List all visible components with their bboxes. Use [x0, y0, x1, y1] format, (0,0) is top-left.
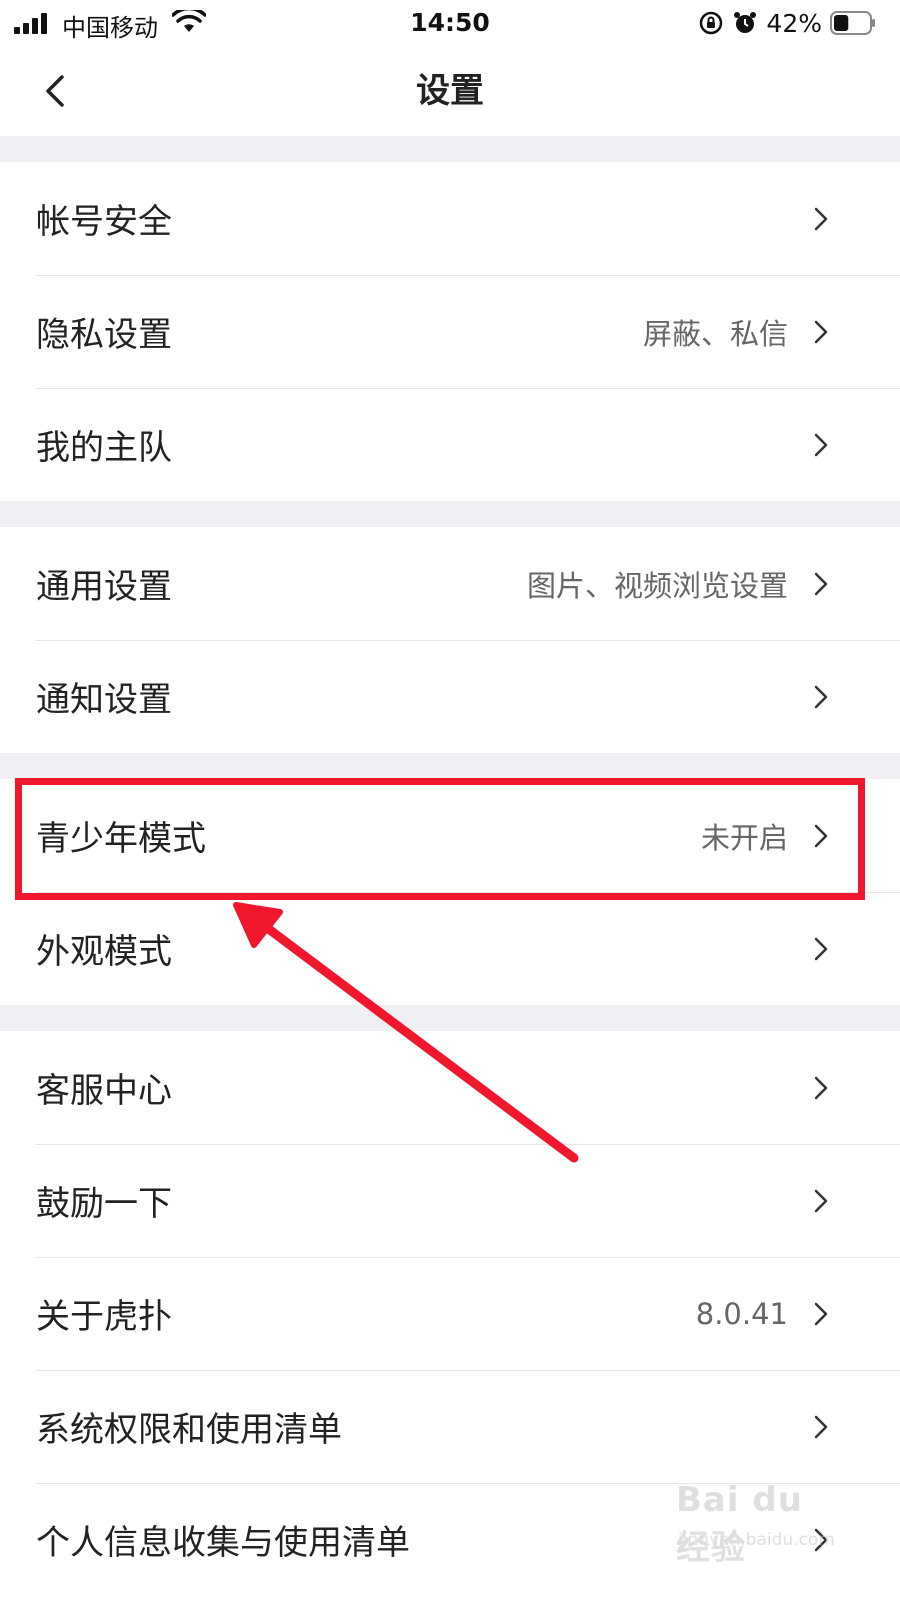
section-gap: [0, 753, 900, 779]
nav-bar: 设置: [0, 46, 900, 136]
settings-row[interactable]: 客服中心: [0, 1031, 900, 1144]
settings-row[interactable]: 帐号安全: [0, 162, 900, 275]
settings-row[interactable]: 关于虎扑 8.0.41: [0, 1257, 900, 1370]
orientation-lock-icon: [700, 11, 723, 35]
settings-group: 客服中心鼓励一下关于虎扑 8.0.41 系统权限和使用清单个人信息收集与使用清单: [0, 1031, 900, 1596]
settings-row[interactable]: 外观模式: [0, 892, 900, 1005]
settings-row-value: 图片、视频浏览设置: [526, 568, 788, 603]
settings-row[interactable]: 个人信息收集与使用清单: [0, 1483, 900, 1596]
section-gap: [0, 1005, 900, 1031]
settings-row-label: 个人信息收集与使用清单: [36, 1523, 410, 1563]
settings-row-label: 关于虎扑: [36, 1297, 172, 1337]
settings-row-label: 隐私设置: [36, 315, 172, 355]
settings-row-label: 帐号安全: [36, 202, 172, 242]
settings-row[interactable]: 我的主队: [0, 388, 900, 501]
chevron-right-icon: [814, 1302, 828, 1325]
chevron-right-icon: [814, 320, 828, 343]
settings-row-label: 鼓励一下: [36, 1184, 172, 1224]
section-gap: [0, 136, 900, 162]
settings-row-label: 系统权限和使用清单: [36, 1410, 342, 1450]
settings-group: 帐号安全隐私设置 屏蔽、私信我的主队: [0, 162, 900, 501]
settings-row-label: 青少年模式: [36, 819, 206, 859]
chevron-right-icon: [814, 1415, 828, 1438]
settings-row-value: 未开启: [700, 820, 788, 855]
alarm-icon: [734, 12, 757, 33]
settings-row[interactable]: 隐私设置 屏蔽、私信: [0, 275, 900, 388]
page-title: 设置: [416, 71, 484, 111]
status-right-group: 42%: [698, 6, 876, 40]
chevron-right-icon: [814, 824, 828, 847]
settings-group: 通用设置 图片、视频浏览设置通知设置: [0, 527, 900, 753]
settings-row-label: 通用设置: [36, 567, 172, 607]
settings-row-value: 屏蔽、私信: [642, 316, 788, 351]
chevron-right-icon: [814, 572, 828, 595]
section-gap: [0, 501, 900, 527]
settings-row-label: 我的主队: [36, 428, 172, 468]
settings-row-value: 8.0.41: [695, 1296, 788, 1331]
chevron-right-icon: [814, 1076, 828, 1099]
settings-row-label: 客服中心: [36, 1071, 172, 1111]
settings-group: 青少年模式 未开启外观模式: [0, 779, 900, 1005]
chevron-right-icon: [814, 207, 828, 230]
chevron-right-icon: [814, 1528, 828, 1551]
settings-row[interactable]: 青少年模式 未开启: [0, 779, 900, 892]
chevron-right-icon: [814, 433, 828, 456]
battery-icon: [830, 11, 875, 35]
chevron-right-icon: [814, 937, 828, 960]
settings-row[interactable]: 系统权限和使用清单: [0, 1370, 900, 1483]
chevron-right-icon: [814, 685, 828, 708]
battery-percent: 42%: [766, 8, 822, 38]
settings-list: 帐号安全隐私设置 屏蔽、私信我的主队通用设置 图片、视频浏览设置通知设置青少年模式 未…: [0, 136, 900, 1596]
settings-row[interactable]: 鼓励一下: [0, 1144, 900, 1257]
status-bar: 中国移动 14:50 42%: [0, 0, 900, 46]
settings-row[interactable]: 通知设置: [0, 640, 900, 753]
settings-row-label: 外观模式: [36, 932, 172, 972]
chevron-right-icon: [814, 1189, 828, 1212]
settings-row[interactable]: 通用设置 图片、视频浏览设置: [0, 527, 900, 640]
settings-row-label: 通知设置: [36, 680, 172, 720]
